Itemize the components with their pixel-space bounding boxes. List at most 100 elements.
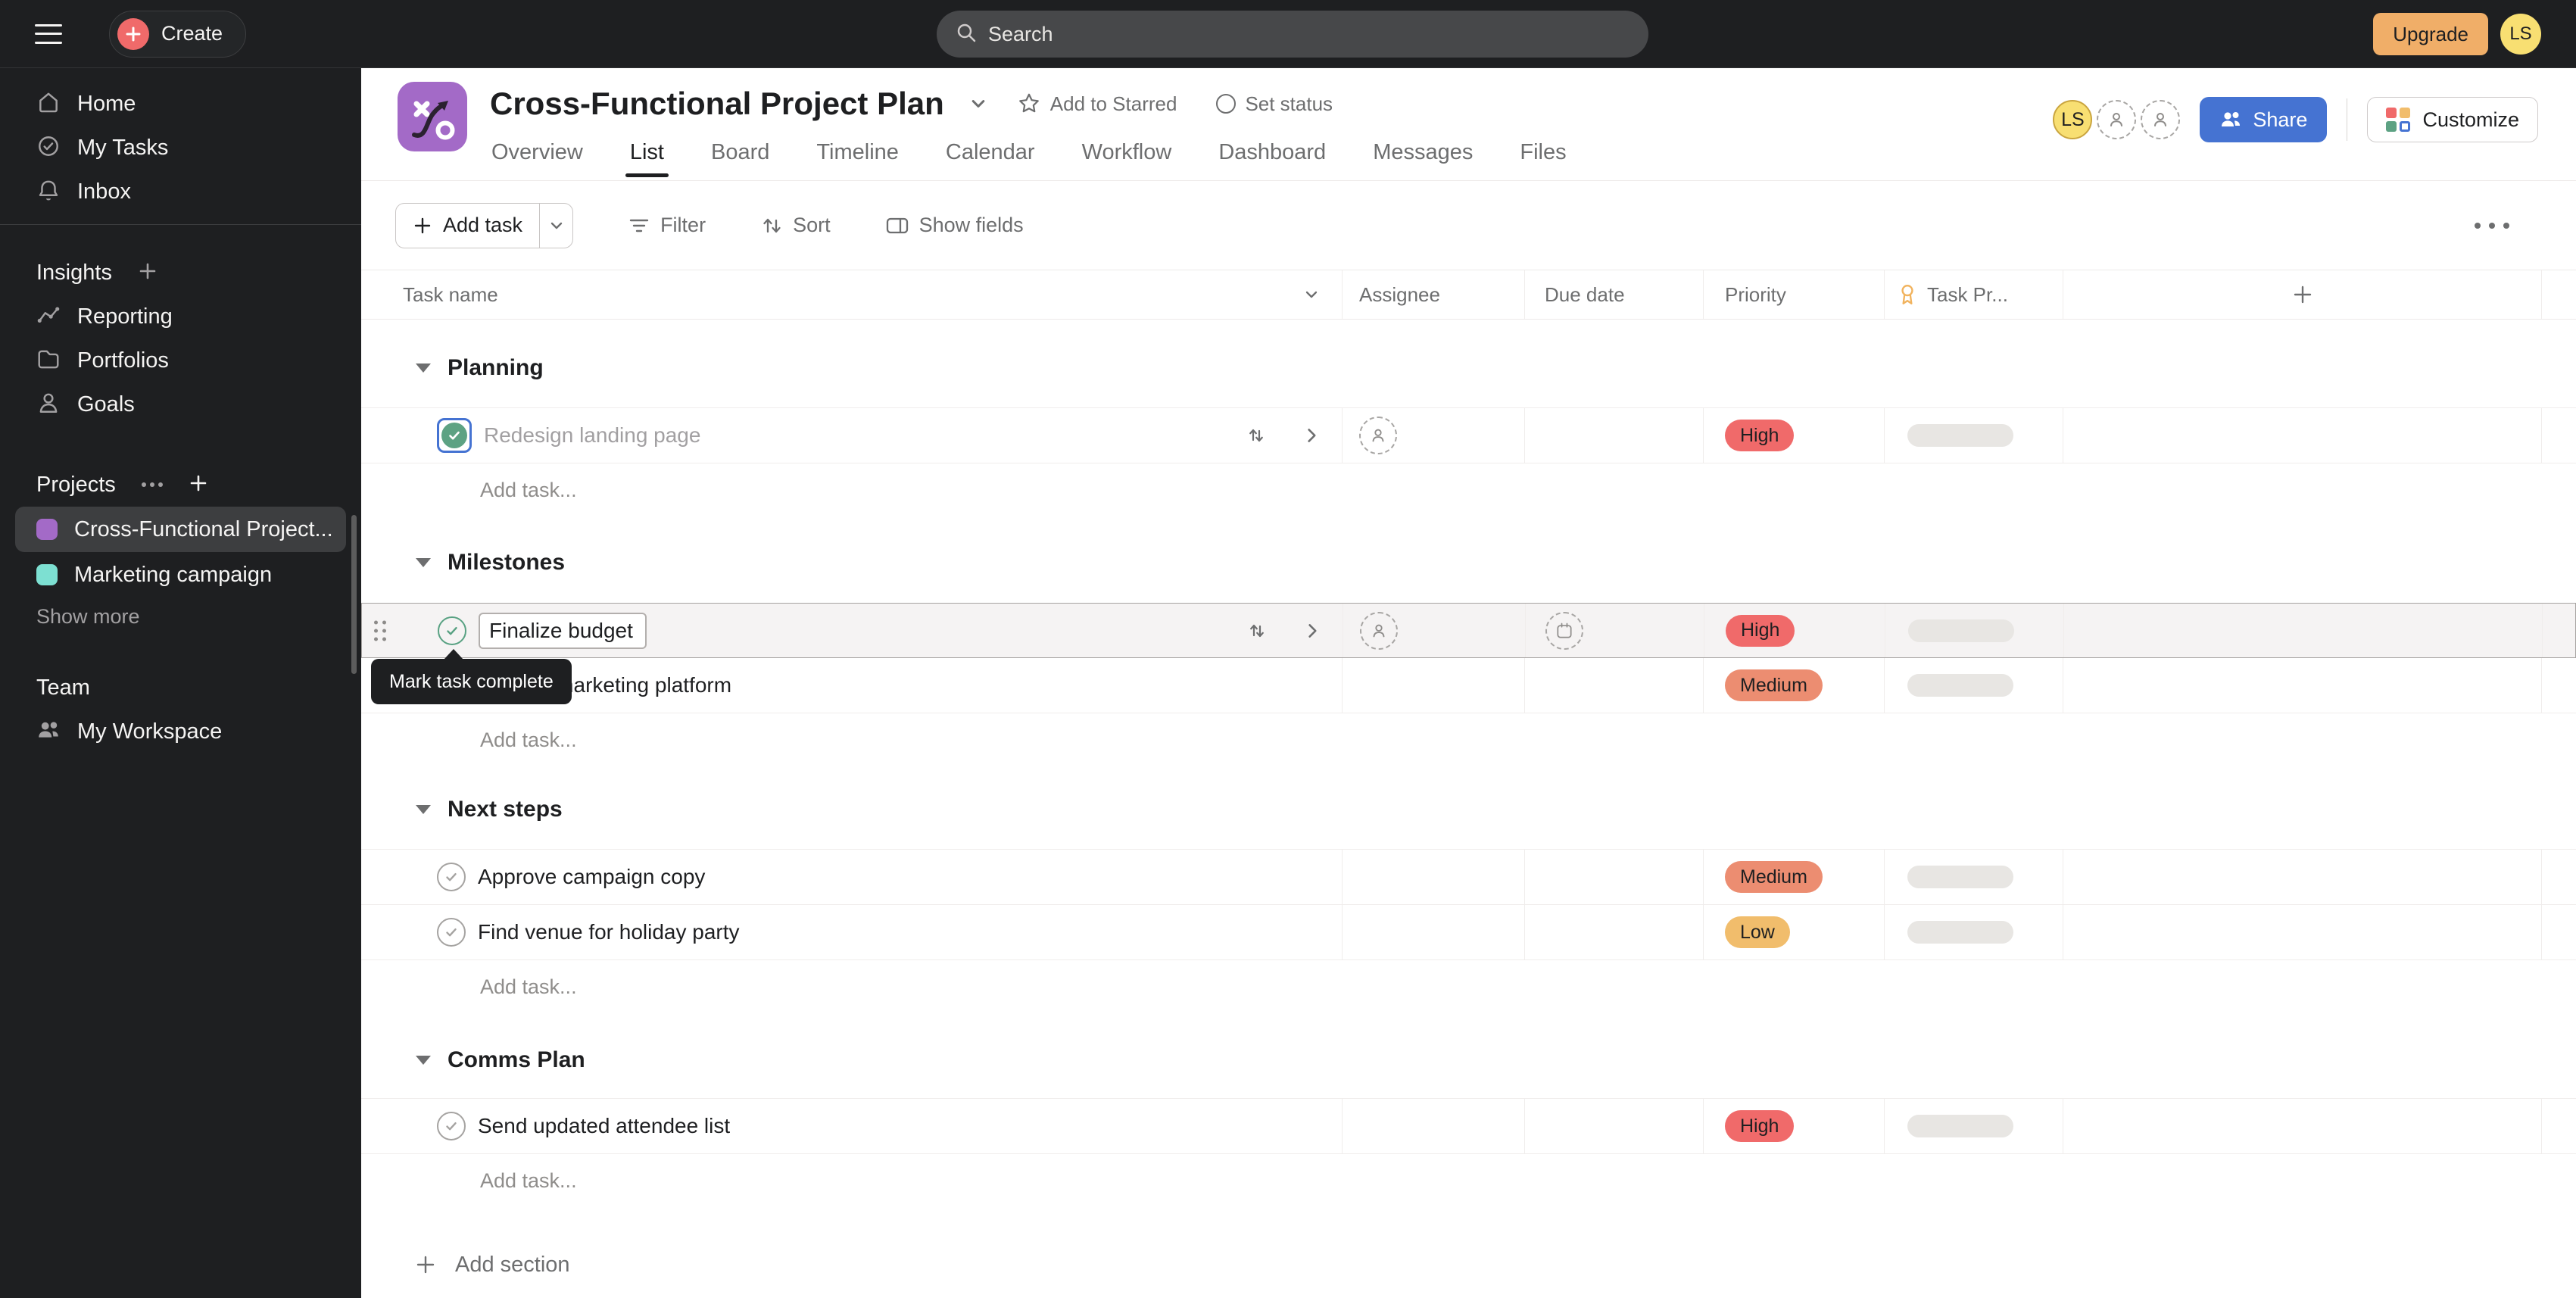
priority-badge[interactable]: High <box>1726 614 1795 647</box>
add-task-row[interactable]: Add task... <box>361 1154 2576 1207</box>
drag-handle-icon[interactable] <box>374 620 386 641</box>
tab-timeline[interactable]: Timeline <box>815 137 900 174</box>
column-header-due-date[interactable]: Due date <box>1525 270 1704 319</box>
task-checkbox[interactable] <box>437 1112 466 1140</box>
section-title[interactable]: Comms Plan <box>448 1047 585 1073</box>
task-checkbox[interactable] <box>437 918 466 947</box>
collapse-caret-icon[interactable] <box>416 364 431 373</box>
chevron-down-icon[interactable] <box>965 91 991 117</box>
task-checkbox[interactable] <box>438 616 466 645</box>
folder-icon <box>36 347 61 375</box>
sidebar-item-portfolios[interactable]: Portfolios <box>0 339 361 382</box>
more-options-icon[interactable] <box>2475 222 2509 229</box>
add-task-button[interactable]: Add task <box>396 204 539 248</box>
column-header-task-name[interactable]: Task name <box>361 270 1343 319</box>
priority-badge[interactable]: High <box>1725 420 1795 451</box>
sidebar-project-marketing-campaign[interactable]: Marketing campaign <box>15 552 346 598</box>
tab-board[interactable]: Board <box>709 137 771 174</box>
collapse-caret-icon[interactable] <box>416 1056 431 1065</box>
add-to-starred-button[interactable]: Add to Starred <box>1017 92 1177 116</box>
projects-more-icon[interactable] <box>141 482 163 487</box>
column-header-task-progress[interactable]: Task Pr... <box>1885 270 2063 319</box>
invite-member-placeholder[interactable] <box>2097 100 2137 139</box>
sidebar-item-my-workspace[interactable]: My Workspace <box>0 710 361 754</box>
due-date-cell[interactable] <box>1525 408 1704 463</box>
priority-badge[interactable]: Low <box>1725 916 1790 948</box>
priority-badge[interactable]: High <box>1725 1110 1795 1142</box>
chevron-right-icon[interactable] <box>1302 426 1322 445</box>
user-avatar[interactable]: LS <box>2500 14 2541 55</box>
task-title[interactable]: Send updated attendee list <box>478 1114 730 1138</box>
sidebar-item-reporting[interactable]: Reporting <box>0 295 361 339</box>
tab-list[interactable]: List <box>625 137 669 177</box>
line-chart-icon <box>36 303 61 331</box>
page-title[interactable]: Cross-Functional Project Plan <box>490 86 944 122</box>
set-status-button[interactable]: Set status <box>1216 92 1333 116</box>
filter-button[interactable]: Filter <box>628 214 706 237</box>
section-title[interactable]: Milestones <box>448 550 565 576</box>
show-fields-button[interactable]: Show fields <box>885 214 1024 238</box>
priority-badge[interactable]: Medium <box>1725 861 1823 893</box>
collapse-caret-icon[interactable] <box>416 805 431 814</box>
sidebar-project-cross-functional[interactable]: Cross-Functional Project... <box>15 507 346 552</box>
tab-messages[interactable]: Messages <box>1371 137 1474 174</box>
add-task-row[interactable]: Add task... <box>361 960 2576 1013</box>
chevron-right-icon[interactable] <box>1303 621 1323 641</box>
section-title[interactable]: Planning <box>448 355 544 381</box>
reorder-arrows-icon[interactable] <box>1246 619 1268 642</box>
task-title[interactable]: Approve campaign copy <box>478 865 705 889</box>
add-project-icon[interactable] <box>189 473 208 497</box>
add-section-button[interactable]: Add section <box>361 1240 2576 1289</box>
task-checkbox-completed[interactable] <box>437 418 472 453</box>
invite-member-placeholder[interactable] <box>2141 100 2181 139</box>
project-header: Cross-Functional Project Plan Add to Sta… <box>361 68 2576 181</box>
table-row[interactable]: Approve campaign copy Medium <box>361 850 2576 905</box>
table-row[interactable]: Redesign landing page High <box>361 408 2576 463</box>
priority-badge[interactable]: Medium <box>1725 669 1823 701</box>
sort-button[interactable]: Sort <box>760 214 831 237</box>
column-header-priority[interactable]: Priority <box>1704 270 1885 319</box>
project-icon[interactable] <box>398 82 467 151</box>
table-row[interactable]: Send updated attendee list High <box>361 1099 2576 1154</box>
table-row[interactable]: e new email marketing platform Medium <box>361 658 2576 713</box>
table-header: Task name Assignee Due date Priority Tas… <box>361 270 2576 320</box>
assignee-placeholder[interactable] <box>1359 417 1397 454</box>
tab-calendar[interactable]: Calendar <box>944 137 1037 174</box>
assignee-placeholder[interactable] <box>1360 611 1398 650</box>
section-title[interactable]: Next steps <box>448 797 563 822</box>
task-checkbox[interactable] <box>437 863 466 891</box>
sidebar-toggle-icon[interactable] <box>35 23 62 44</box>
member-avatar[interactable]: LS <box>2053 100 2093 139</box>
add-column-button[interactable] <box>2063 270 2542 319</box>
add-insight-icon[interactable] <box>138 261 157 285</box>
show-more-link[interactable]: Show more <box>0 598 361 635</box>
sidebar-item-home[interactable]: Home <box>0 82 361 126</box>
chevron-down-icon[interactable] <box>1301 284 1322 305</box>
add-task-dropdown-button[interactable] <box>539 203 572 248</box>
task-title[interactable]: Find venue for holiday party <box>478 920 740 944</box>
table-row[interactable]: Find venue for holiday party Low <box>361 905 2576 960</box>
search-bar[interactable] <box>937 11 1648 58</box>
tab-workflow[interactable]: Workflow <box>1081 137 1174 174</box>
table-row-selected[interactable]: High <box>361 603 2576 658</box>
sidebar-scrollbar[interactable] <box>351 515 357 674</box>
sidebar-item-goals[interactable]: Goals <box>0 382 361 426</box>
search-input[interactable] <box>988 22 1630 46</box>
create-button[interactable]: Create <box>109 10 247 58</box>
task-title[interactable]: Redesign landing page <box>484 423 700 448</box>
add-task-row[interactable]: Add task... <box>361 713 2576 766</box>
due-date-placeholder[interactable] <box>1545 611 1583 650</box>
customize-button[interactable]: Customize <box>2367 97 2538 142</box>
task-name-input[interactable] <box>479 612 647 649</box>
reorder-arrows-icon[interactable] <box>1245 424 1268 447</box>
sidebar-item-inbox[interactable]: Inbox <box>0 170 361 214</box>
tab-files[interactable]: Files <box>1518 137 1567 174</box>
upgrade-button[interactable]: Upgrade <box>2373 13 2488 55</box>
tab-overview[interactable]: Overview <box>490 137 585 174</box>
share-button[interactable]: Share <box>2200 97 2328 142</box>
sidebar-item-my-tasks[interactable]: My Tasks <box>0 126 361 170</box>
tab-dashboard[interactable]: Dashboard <box>1217 137 1327 174</box>
column-header-assignee[interactable]: Assignee <box>1343 270 1525 319</box>
collapse-caret-icon[interactable] <box>416 558 431 567</box>
add-task-row[interactable]: Add task... <box>361 463 2576 516</box>
